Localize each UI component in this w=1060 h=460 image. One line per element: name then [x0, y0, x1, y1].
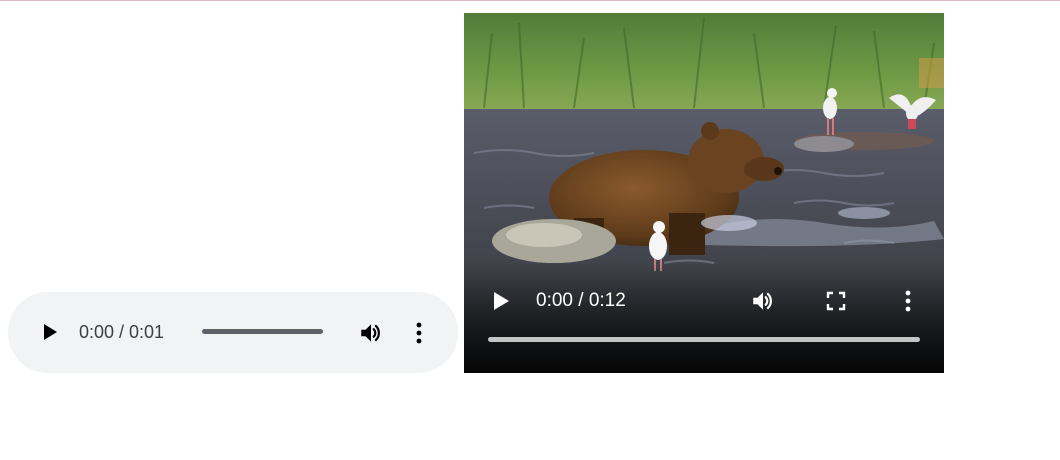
- video-seek-bar[interactable]: [488, 337, 920, 342]
- play-icon: [494, 292, 509, 310]
- fullscreen-icon: [826, 291, 846, 311]
- video-controls-overlay: [464, 263, 944, 373]
- volume-icon: [753, 292, 772, 310]
- audio-more-options-button[interactable]: [408, 320, 430, 346]
- audio-volume-button[interactable]: [358, 320, 384, 346]
- volume-icon: [361, 324, 380, 342]
- video-volume-button[interactable]: [750, 288, 776, 314]
- video-play-button[interactable]: [490, 289, 512, 313]
- video-more-options-button[interactable]: [897, 288, 919, 314]
- audio-play-button[interactable]: [38, 321, 60, 343]
- video-player[interactable]: 0:00 / 0:12: [464, 13, 944, 373]
- video-fullscreen-button[interactable]: [826, 291, 846, 311]
- play-icon: [44, 324, 57, 340]
- audio-time-display: 0:00 / 0:01: [79, 322, 165, 342]
- video-time-display: 0:00 / 0:12: [536, 290, 626, 311]
- top-divider: [0, 0, 1060, 1]
- more-vert-icon: [416, 322, 422, 344]
- audio-seek-bar[interactable]: [202, 329, 323, 334]
- audio-player: 0:00 / 0:01: [8, 292, 458, 373]
- more-vert-icon: [905, 290, 911, 312]
